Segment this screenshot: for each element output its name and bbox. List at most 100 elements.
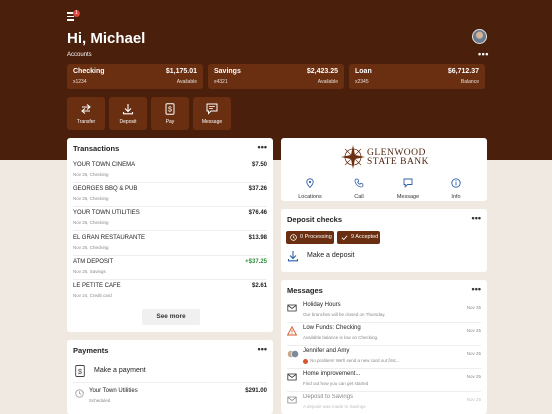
info-label: Info: [451, 194, 461, 200]
location-pin-icon: [306, 178, 314, 189]
payments-title: Payments: [73, 346, 109, 355]
message-snippet: Find out how you can get started: [303, 381, 369, 386]
transfer-button[interactable]: Transfer: [67, 97, 105, 130]
transaction-row[interactable]: LE PETITE CAFE Nov 24, Credit card $2.61: [73, 280, 267, 304]
call-label: Call: [354, 194, 364, 200]
pay-button[interactable]: $ Pay: [151, 97, 189, 130]
payments-more-icon[interactable]: •••: [258, 345, 267, 354]
payment-amount: $291.00: [245, 388, 267, 394]
message-snippet: Our branches will be closed on Thursday.: [303, 312, 386, 317]
account-amount-label: Balance: [460, 79, 479, 85]
account-number: x2345: [355, 79, 369, 85]
envelope-icon: [287, 396, 297, 404]
transaction-name: EL GRAN RESTAURANTE: [73, 235, 146, 241]
transaction-name: YOUR TOWN UTILITIES: [73, 210, 140, 216]
bank-name-line2: STATE BANK: [367, 157, 430, 167]
messages-card: Messages ••• Holiday Hours Our branches …: [281, 280, 487, 414]
transaction-detail: Nov 25, Checking: [73, 220, 109, 225]
see-more-button[interactable]: See more: [142, 309, 200, 325]
clock-icon: [290, 234, 297, 241]
make-payment-label: Make a payment: [94, 367, 146, 374]
message-title: Holiday Hours: [303, 302, 341, 308]
message-date: Nov 25: [466, 351, 481, 356]
message-row[interactable]: Home improvement... Find out how you can…: [287, 369, 481, 392]
transaction-amount: $76.46: [248, 210, 267, 216]
transaction-detail: Nov 25, Savings: [73, 269, 106, 274]
transactions-title: Transactions: [73, 144, 120, 153]
message-title: Deposit to Savings: [303, 394, 354, 400]
bank-message-button[interactable]: Message: [393, 175, 423, 200]
deposit-label: Deposit: [119, 119, 137, 125]
message-icon: [403, 178, 413, 188]
transfer-label: Transfer: [76, 119, 96, 125]
transaction-amount: $2.61: [251, 283, 267, 289]
dollar-icon: $: [75, 365, 85, 377]
transaction-detail: Nov 25, Checking: [73, 245, 109, 250]
message-icon: [206, 103, 218, 115]
transaction-amount: $7.50: [251, 162, 267, 168]
transaction-row[interactable]: YOUR TOWN UTILITIES Nov 25, Checking $76…: [73, 207, 267, 231]
account-amount-label: Available: [317, 79, 338, 85]
message-row[interactable]: Deposit to Savings A deposit was made to…: [287, 392, 481, 414]
deposit-checks-title: Deposit checks: [287, 215, 343, 224]
account-card-savings[interactable]: Savings x4321 $2,423.25 Available: [208, 64, 344, 89]
pay-label: Pay: [165, 119, 175, 125]
unread-dot-icon: [303, 359, 308, 364]
info-icon: [451, 178, 461, 188]
message-row[interactable]: Holiday Hours Our branches will be close…: [287, 300, 481, 323]
payments-card: Payments ••• $ Make a payment Your Town …: [67, 340, 273, 414]
account-name: Checking: [73, 68, 105, 75]
clock-icon: [75, 389, 84, 398]
locations-button[interactable]: Locations: [295, 175, 325, 200]
transaction-detail: Nov 25, Checking: [73, 172, 109, 177]
account-amount-label: Available: [176, 79, 197, 85]
accounts-more-icon[interactable]: •••: [478, 50, 489, 59]
transaction-row[interactable]: ATM DEPOSIT Nov 25, Savings +$37.25: [73, 256, 267, 280]
message-date: Nov 25: [466, 397, 481, 402]
message-row[interactable]: Low Funds: Checking Available balance is…: [287, 323, 481, 346]
transaction-row[interactable]: YOUR TOWN CINEMA Nov 25, Checking $7.50: [73, 159, 267, 183]
payment-row[interactable]: Your Town Utilities Scheduled $291.00: [73, 385, 267, 409]
info-button[interactable]: Info: [441, 175, 471, 200]
compass-logo-icon: [341, 145, 365, 169]
transaction-amount: +$37.25: [245, 259, 267, 265]
messages-title: Messages: [287, 286, 323, 295]
call-button[interactable]: Call: [344, 175, 374, 200]
make-deposit-row[interactable]: Make a deposit: [287, 249, 477, 265]
account-card-loan[interactable]: Loan x2345 $6,712.37 Balance: [349, 64, 485, 89]
payment-name: Your Town Utilities: [89, 388, 138, 394]
transfer-icon: [81, 104, 91, 114]
svg-text:$: $: [168, 107, 172, 114]
dollar-icon: $: [165, 103, 175, 115]
bank-message-label: Message: [396, 194, 420, 200]
transaction-name: GEORGES BBQ & PUB: [73, 186, 138, 192]
message-snippet: A deposit was made to Savings: [303, 404, 366, 409]
account-number: x1234: [73, 79, 87, 85]
processing-label: 0 Processing: [300, 234, 332, 240]
transaction-name: LE PETITE CAFE: [73, 283, 121, 289]
message-row[interactable]: Jennifer and Amy No problem! We'll send …: [287, 346, 481, 369]
account-amount: $6,712.37: [447, 68, 479, 75]
message-snippet: No problem! We'll send a new card out fi…: [310, 358, 400, 363]
account-name: Loan: [355, 68, 372, 75]
warning-icon: [287, 326, 297, 336]
profile-avatar[interactable]: [472, 29, 487, 44]
greeting-title: Hi, Michael: [67, 30, 146, 47]
account-card-checking[interactable]: Checking x1234 $1,175.01 Available: [67, 64, 203, 89]
message-button[interactable]: Message: [193, 97, 231, 130]
accepted-filter[interactable]: 9 Accepted: [337, 231, 380, 244]
transaction-row[interactable]: EL GRAN RESTAURANTE Nov 25, Checking $13…: [73, 232, 267, 256]
download-icon: [287, 251, 299, 262]
deposit-checks-more-icon[interactable]: •••: [472, 214, 481, 223]
transaction-row[interactable]: GEORGES BBQ & PUB Nov 25, Checking $37.2…: [73, 183, 267, 207]
payment-status: Scheduled: [89, 398, 111, 403]
messages-more-icon[interactable]: •••: [472, 285, 481, 294]
transactions-card: Transactions ••• YOUR TOWN CINEMA Nov 25…: [67, 138, 273, 332]
make-payment-row[interactable]: $ Make a payment: [73, 361, 267, 383]
processing-filter[interactable]: 0 Processing: [286, 231, 334, 244]
transaction-amount: $13.98: [248, 235, 267, 241]
deposit-button[interactable]: Deposit: [109, 97, 147, 130]
message-title: Home improvement...: [303, 371, 361, 377]
transactions-more-icon[interactable]: •••: [258, 143, 267, 152]
transaction-name: YOUR TOWN CINEMA: [73, 162, 136, 168]
